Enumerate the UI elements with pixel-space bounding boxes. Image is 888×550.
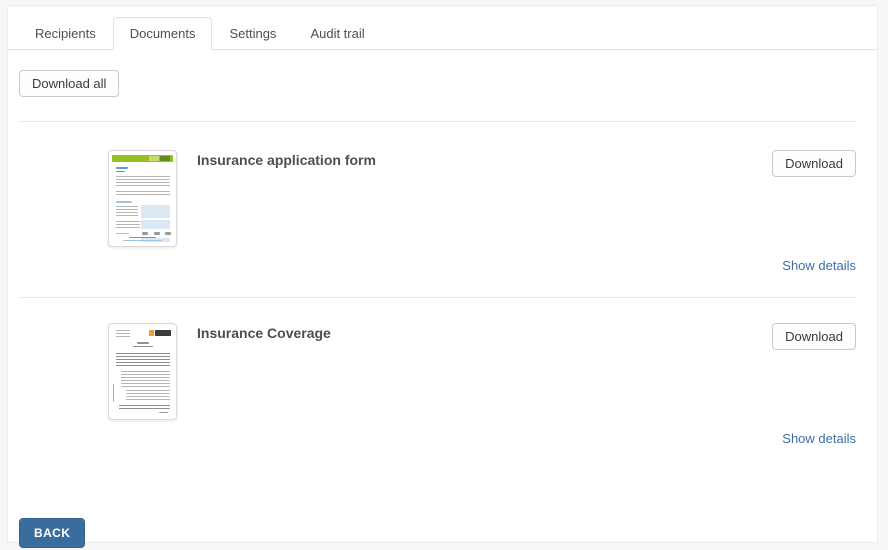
tab-bar: Recipients Documents Settings Audit trai… [8,6,877,50]
document-row-insurance-application-form: Insurance application form Download Show… [19,122,856,297]
show-details-link-insurance-application-form[interactable]: Show details [782,258,856,273]
thumbnail-green-header-band [112,155,173,162]
document-title: Insurance application form [177,150,772,168]
download-button-insurance-coverage[interactable]: Download [772,323,856,350]
show-details-link-insurance-coverage[interactable]: Show details [782,431,856,446]
tab-content: Download all [8,70,877,548]
tab-settings[interactable]: Settings [212,17,293,50]
tab-documents[interactable]: Documents [113,17,213,50]
document-row-insurance-coverage: Insurance Coverage Download Show details [19,298,856,460]
document-title: Insurance Coverage [177,323,772,341]
tab-recipients[interactable]: Recipients [18,17,113,50]
back-button[interactable]: BACK [19,518,85,548]
document-thumbnail-insurance-coverage [108,323,177,420]
documents-panel: Recipients Documents Settings Audit trai… [7,5,878,543]
thumbnail-logo [155,330,171,336]
document-thumbnail-insurance-application-form [108,150,177,247]
download-button-insurance-application-form[interactable]: Download [772,150,856,177]
thumbnail-logo-accent [149,330,154,336]
download-all-button[interactable]: Download all [19,70,119,97]
tab-audit-trail[interactable]: Audit trail [293,17,381,50]
